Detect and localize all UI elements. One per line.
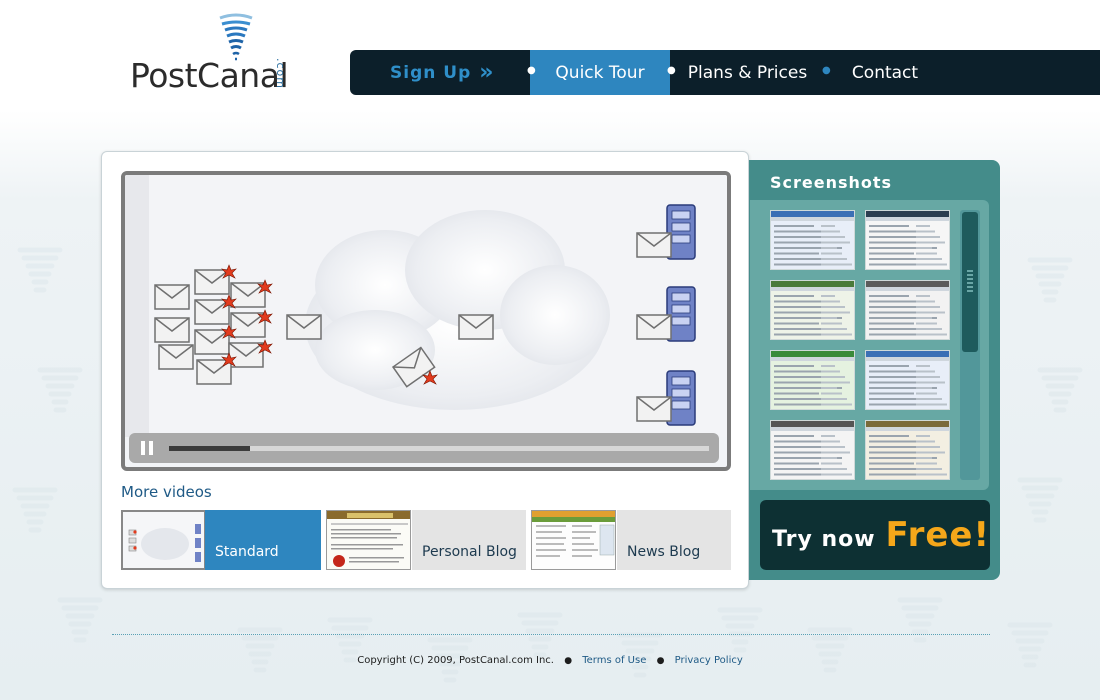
logo-suffix: .com bbox=[274, 58, 287, 89]
screenshots-title: Screenshots bbox=[770, 173, 893, 192]
footer-separator: ● bbox=[656, 656, 665, 666]
screenshots-scrollbar[interactable] bbox=[960, 210, 980, 480]
video-panel: More videos Standard Personal Blog News … bbox=[101, 151, 749, 589]
video-progress-track[interactable] bbox=[169, 446, 709, 451]
free-label: Free! bbox=[885, 515, 990, 555]
video-thumb-news-blog[interactable]: News Blog bbox=[531, 510, 731, 570]
video-thumbnail bbox=[326, 510, 411, 570]
nav-item-contact[interactable]: Contact bbox=[825, 50, 945, 95]
site-logo[interactable]: PostCanal .com bbox=[130, 12, 305, 95]
screenshot-thumbnail[interactable] bbox=[865, 280, 950, 340]
pause-icon[interactable] bbox=[141, 441, 155, 455]
nav-item-plans-prices[interactable]: Plans & Prices bbox=[670, 50, 825, 95]
screenshot-thumbnail[interactable] bbox=[865, 420, 950, 480]
main-nav: Sign Up » ● Quick Tour ● Plans & Prices … bbox=[350, 50, 1100, 95]
video-thumbnail bbox=[121, 510, 206, 570]
screenshot-thumbnail[interactable] bbox=[770, 420, 855, 480]
scrollbar-thumb[interactable] bbox=[962, 212, 978, 352]
video-thumb-label: News Blog bbox=[617, 510, 731, 570]
video-thumb-label: Personal Blog bbox=[412, 510, 526, 570]
try-now-label: Try now bbox=[772, 526, 876, 552]
nav-item-quick-tour[interactable]: Quick Tour bbox=[530, 50, 670, 95]
video-player[interactable] bbox=[121, 171, 731, 471]
scrollbar-grip-icon bbox=[967, 270, 973, 294]
screenshots-gallery bbox=[750, 200, 989, 490]
nav-item-label: Plans & Prices bbox=[687, 62, 808, 83]
video-thumbnail bbox=[531, 510, 616, 570]
footer-separator: ● bbox=[564, 656, 573, 666]
footer: Copyright (C) 2009, PostCanal.com Inc. ●… bbox=[0, 655, 1100, 666]
video-progress-fill bbox=[169, 446, 250, 451]
video-thumb-label: Standard bbox=[205, 510, 321, 570]
tornado-logo-icon bbox=[219, 13, 253, 61]
screenshot-thumbnail[interactable] bbox=[770, 350, 855, 410]
more-videos-list: Standard Personal Blog News Blog bbox=[121, 510, 731, 570]
double-chevron-right-icon: » bbox=[479, 60, 493, 85]
video-frame bbox=[125, 175, 727, 437]
nav-item-label: Contact bbox=[851, 62, 919, 83]
nav-item-label: Quick Tour bbox=[555, 62, 645, 83]
screenshot-thumbnail[interactable] bbox=[865, 350, 950, 410]
privacy-policy-link[interactable]: Privacy Policy bbox=[675, 655, 743, 666]
video-controls bbox=[129, 433, 719, 463]
video-thumb-standard[interactable]: Standard bbox=[121, 510, 321, 570]
signup-button[interactable]: Sign Up » bbox=[350, 50, 530, 95]
copyright-text: Copyright (C) 2009, PostCanal.com Inc. bbox=[357, 655, 554, 666]
screenshot-thumbnail[interactable] bbox=[770, 280, 855, 340]
screenshot-thumbnail[interactable] bbox=[770, 210, 855, 270]
logo-wordmark: PostCanal bbox=[130, 56, 289, 95]
signup-label: Sign Up bbox=[390, 62, 472, 83]
screenshot-thumbnail[interactable] bbox=[865, 210, 950, 270]
screenshots-panel: Screenshots Try now Free! bbox=[749, 160, 1000, 580]
footer-divider bbox=[112, 634, 990, 635]
terms-of-use-link[interactable]: Terms of Use bbox=[582, 655, 646, 666]
video-thumb-personal-blog[interactable]: Personal Blog bbox=[326, 510, 526, 570]
try-now-free-button[interactable]: Try now Free! bbox=[760, 500, 990, 570]
more-videos-heading: More videos bbox=[121, 483, 212, 501]
